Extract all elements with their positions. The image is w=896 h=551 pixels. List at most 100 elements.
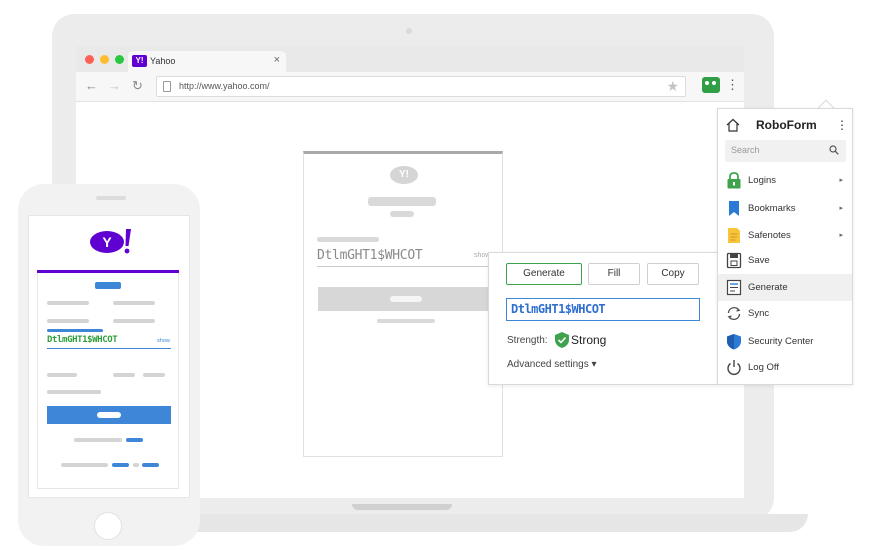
placeholder-line [47, 373, 77, 377]
url-text: http://www.yahoo.com/ [179, 81, 270, 91]
menu-item-sync[interactable]: Sync [718, 300, 852, 327]
page-icon [163, 81, 171, 92]
roboform-menu-icon[interactable]: ⋮ [836, 119, 848, 131]
phone-sign-in-button[interactable] [47, 406, 171, 424]
phone-show-link[interactable]: show [157, 338, 170, 344]
placeholder-subheading [390, 211, 414, 217]
svg-text:Y: Y [102, 234, 112, 250]
menu-item-label: Sync [748, 308, 770, 319]
placeholder-line [113, 301, 155, 305]
placeholder-link [377, 319, 435, 323]
tab-bar: Y! Yahoo × [76, 46, 744, 72]
placeholder-line [113, 373, 135, 377]
chevron-right-icon: ▸ [839, 205, 843, 212]
sign-in-button[interactable] [318, 287, 490, 311]
phone-home-button[interactable] [94, 512, 122, 540]
phone-sign-in-label [97, 412, 121, 418]
shield-icon [727, 334, 741, 350]
phone-screen: Y DtlmGHT1$WHCOT show [28, 215, 190, 498]
tab-close-icon[interactable]: × [274, 54, 280, 66]
address-bar[interactable]: http://www.yahoo.com/ ★ [156, 76, 686, 97]
menu-item-log-off[interactable]: Log Off [718, 354, 852, 381]
search-icon[interactable] [829, 145, 839, 155]
phone-password-underline [47, 348, 171, 349]
power-icon [727, 360, 741, 375]
yahoo-logo: Y [90, 229, 131, 254]
advanced-settings-toggle[interactable]: Advanced settings ▾ [507, 359, 597, 370]
placeholder-link [142, 463, 159, 467]
password-underline [317, 266, 491, 267]
shield-check-icon [555, 332, 569, 348]
reload-button[interactable]: ↻ [132, 79, 143, 93]
menu-item-save[interactable]: Save [718, 247, 852, 274]
menu-item-security-center[interactable]: Security Center [718, 328, 852, 355]
sign-in-button-label [390, 296, 422, 302]
illustration-stage: Y! Yahoo × ← → ↻ http://www.yahoo.com/ ★… [0, 0, 896, 551]
menu-item-bookmarks[interactable]: Bookmarks ▸ [718, 195, 852, 222]
placeholder-line [74, 438, 122, 442]
strength-label: Strength: [507, 335, 548, 346]
bookmark-icon [729, 201, 739, 216]
menu-item-label: Bookmarks [748, 203, 796, 214]
roboform-panel: RoboForm ⋮ Search Logins ▸ Bookmarks ▸ S… [717, 108, 853, 385]
minimize-window-button[interactable] [100, 55, 109, 64]
copy-button[interactable]: Copy [647, 263, 699, 285]
bookmark-star-icon[interactable]: ★ [666, 78, 679, 95]
placeholder-dot [133, 463, 139, 467]
laptop-camera [406, 28, 412, 34]
browser-menu-icon[interactable]: ⋮ [726, 78, 739, 92]
phone-password-value[interactable]: DtlmGHT1$WHCOT [47, 335, 118, 345]
menu-item-label: Save [748, 255, 770, 266]
placeholder-line [47, 319, 89, 323]
menu-item-generate[interactable]: Generate [718, 274, 852, 301]
placeholder-line [143, 373, 165, 377]
zoom-window-button[interactable] [115, 55, 124, 64]
back-button[interactable]: ← [85, 79, 98, 93]
placeholder-line [61, 463, 108, 467]
tab-title: Yahoo [150, 56, 176, 66]
placeholder-line [47, 390, 101, 394]
phone-frame: Y DtlmGHT1$WHCOT show [18, 184, 200, 546]
generate-icon [726, 279, 742, 296]
chevron-right-icon: ▸ [839, 177, 843, 184]
forward-button[interactable]: → [108, 79, 121, 93]
generate-button[interactable]: Generate [506, 263, 582, 285]
tab-yahoo[interactable]: Y! Yahoo × [128, 51, 286, 72]
close-window-button[interactable] [85, 55, 94, 64]
fill-button[interactable]: Fill [588, 263, 640, 285]
menu-item-label: Safenotes [748, 230, 791, 241]
placeholder-line [113, 319, 155, 323]
yahoo-favicon-icon: Y! [132, 55, 147, 67]
yahoo-logo-gray: Y! [390, 166, 418, 184]
roboform-extension-icon[interactable] [702, 77, 720, 93]
phone-speaker [96, 196, 126, 200]
chevron-right-icon: ▸ [839, 232, 843, 239]
placeholder-link [126, 438, 143, 442]
phone-login-card [37, 273, 179, 489]
sync-icon [727, 306, 741, 321]
placeholder-header-pill [95, 282, 121, 289]
menu-item-label: Generate [748, 282, 788, 293]
menu-item-label: Log Off [748, 362, 779, 373]
lock-icon [727, 172, 741, 189]
search-placeholder: Search [731, 145, 760, 155]
note-icon [728, 228, 740, 243]
placeholder-heading [368, 197, 436, 206]
menu-item-safenotes[interactable]: Safenotes ▸ [718, 222, 852, 249]
laptop-notch [352, 504, 452, 510]
login-card: Y! DtlmGHT1$WHCOT show [303, 151, 503, 457]
roboform-title: RoboForm [756, 118, 817, 132]
save-icon [726, 252, 742, 269]
generated-password-field[interactable]: DtlmGHT1$WHCOT [506, 298, 700, 321]
password-generator-popup: Generate Fill Copy DtlmGHT1$WHCOT Streng… [488, 252, 718, 385]
placeholder-link [112, 463, 129, 467]
menu-item-label: Security Center [748, 336, 814, 347]
placeholder-label [317, 237, 379, 242]
menu-item-logins[interactable]: Logins ▸ [718, 167, 852, 194]
roboform-search-input[interactable]: Search [725, 140, 846, 162]
placeholder-label-active [47, 329, 103, 332]
home-icon[interactable] [726, 118, 740, 132]
menu-item-label: Logins [748, 175, 776, 186]
browser-toolbar: ← → ↻ http://www.yahoo.com/ ★ ⋮ [76, 72, 744, 102]
password-field-value[interactable]: DtlmGHT1$WHCOT [317, 248, 423, 263]
